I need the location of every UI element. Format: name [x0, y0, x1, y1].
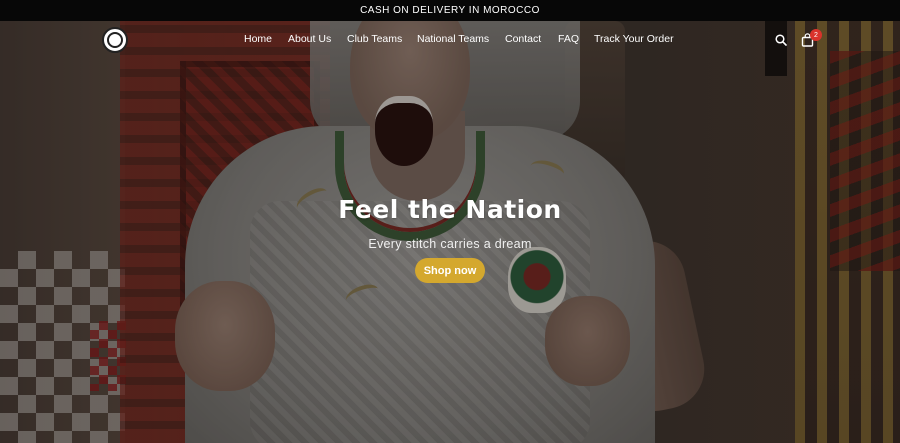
- hero-subtitle: Every stitch carries a dream: [368, 237, 532, 251]
- nav-national-teams[interactable]: National Teams: [417, 33, 489, 45]
- nav-about-us[interactable]: About Us: [288, 33, 331, 45]
- nav-contact[interactable]: Contact: [505, 33, 541, 45]
- shop-now-button[interactable]: Shop now: [415, 258, 485, 283]
- announcement-text: CASH ON DELIVERY IN MOROCCO: [360, 5, 540, 16]
- search-icon[interactable]: [775, 34, 787, 46]
- announcement-bar: CASH ON DELIVERY IN MOROCCO: [0, 0, 900, 21]
- hero-overlay: [0, 21, 900, 443]
- nav-club-teams[interactable]: Club Teams: [347, 33, 402, 45]
- nav-home[interactable]: Home: [244, 33, 272, 45]
- hero-banner: [0, 21, 900, 443]
- cart-count-badge: 2: [810, 29, 822, 41]
- hero-title: Feel the Nation: [338, 195, 562, 224]
- site-header: Home About Us Club Teams National Teams …: [0, 21, 900, 59]
- nav-faq[interactable]: FAQ: [558, 33, 579, 45]
- club-crest-logo-icon[interactable]: [102, 27, 128, 53]
- nav-track-order[interactable]: Track Your Order: [594, 33, 674, 45]
- logo-inner: [107, 32, 123, 48]
